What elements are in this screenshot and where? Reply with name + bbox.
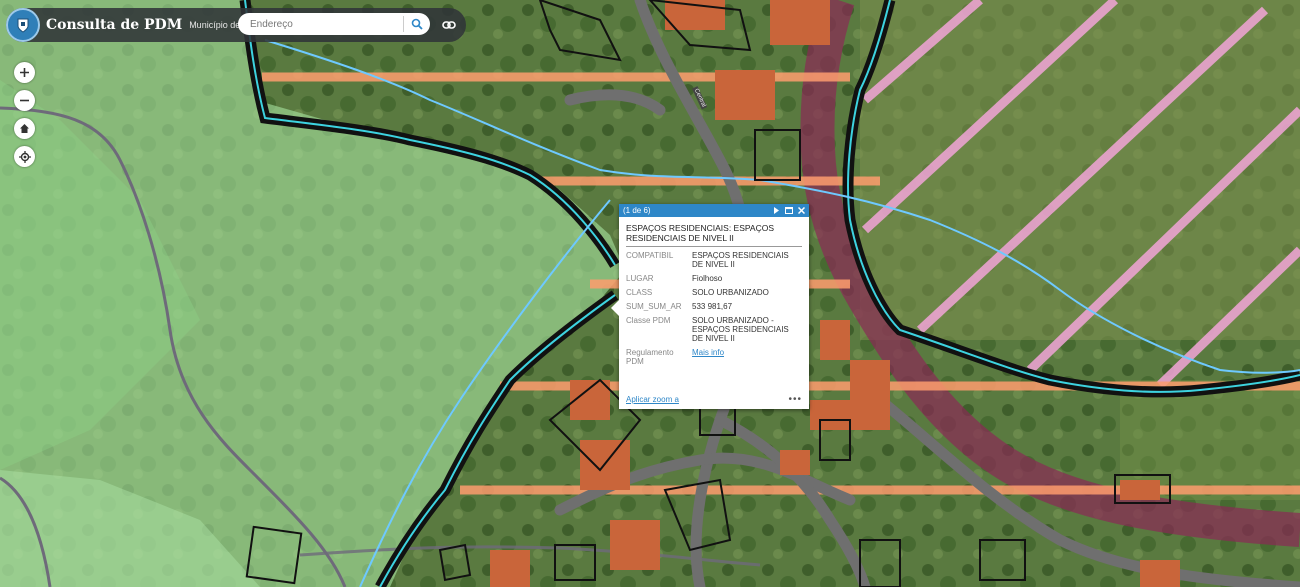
- maximize-button[interactable]: [785, 207, 793, 214]
- attribute-value: ESPAÇOS RESIDENCIAIS DE NIVEL II: [692, 251, 789, 269]
- zoom-to-link[interactable]: Aplicar zoom a: [626, 395, 679, 404]
- close-popup-button[interactable]: [798, 207, 805, 214]
- attribute-key: CLASS: [626, 288, 653, 297]
- attribute-key: Regulamento PDM: [626, 348, 674, 366]
- attribute-row: SUM_SUM_AR 533 981,67: [626, 302, 802, 311]
- attribute-value: 533 981,67: [692, 302, 733, 311]
- plus-icon: [20, 68, 29, 77]
- app-header: Consulta de PDM Município de Murça: [6, 8, 466, 42]
- attribute-value: SOLO URBANIZADO: [692, 288, 769, 297]
- more-actions-button[interactable]: •••: [788, 394, 802, 405]
- attribute-key: COMPATIBIL: [626, 251, 674, 260]
- share-link-button[interactable]: [440, 16, 458, 34]
- popup-header: (1 de 6): [619, 204, 809, 217]
- home-icon: [20, 124, 29, 133]
- attribute-row: COMPATIBIL ESPAÇOS RESIDENCIAIS DE NIVEL…: [626, 251, 802, 269]
- home-button[interactable]: [14, 118, 35, 139]
- next-feature-button[interactable]: [773, 207, 780, 214]
- attribute-key: Classe PDM: [626, 316, 671, 325]
- maximize-icon: [785, 207, 793, 214]
- attribute-row: LUGAR Fiolhoso: [626, 274, 802, 283]
- crest-icon: [17, 18, 29, 33]
- app-title: Consulta de PDM: [46, 17, 183, 33]
- search-divider: [403, 16, 404, 32]
- popup-pointer: [611, 300, 619, 316]
- attribute-row: CLASS SOLO URBANIZADO: [626, 288, 802, 297]
- attribute-row: Regulamento PDM Mais info: [626, 348, 802, 366]
- attribute-key: SUM_SUM_AR: [626, 302, 682, 311]
- more-info-link[interactable]: Mais info: [692, 348, 724, 357]
- search-input[interactable]: [248, 17, 402, 31]
- search-icon: [411, 18, 423, 30]
- link-icon: [442, 21, 456, 29]
- search-box: [238, 13, 430, 35]
- zoom-out-button[interactable]: [14, 90, 35, 111]
- popup-title: ESPAÇOS RESIDENCIAIS: ESPAÇOS RESIDENCIA…: [626, 223, 802, 247]
- minus-icon: [20, 99, 29, 102]
- attribute-value: Fiolhoso: [692, 274, 723, 283]
- attribute-row: Classe PDM SOLO URBANIZADO - ESPAÇOS RES…: [626, 316, 802, 343]
- attribute-key: LUGAR: [626, 274, 654, 283]
- popup-count: (1 de 6): [623, 206, 651, 215]
- close-icon: [798, 207, 805, 214]
- locate-icon: [18, 150, 31, 163]
- play-next-icon: [774, 207, 779, 214]
- locate-button[interactable]: [14, 146, 35, 167]
- zoom-in-button[interactable]: [14, 62, 35, 83]
- search-button[interactable]: [408, 15, 426, 33]
- attribute-value: SOLO URBANIZADO - ESPAÇOS RESIDENCIAIS D…: [692, 316, 789, 343]
- feature-popup: (1 de 6) ESPAÇOS RESIDENCIAIS: ESPAÇOS R…: [611, 204, 809, 409]
- municipality-logo: [6, 8, 40, 42]
